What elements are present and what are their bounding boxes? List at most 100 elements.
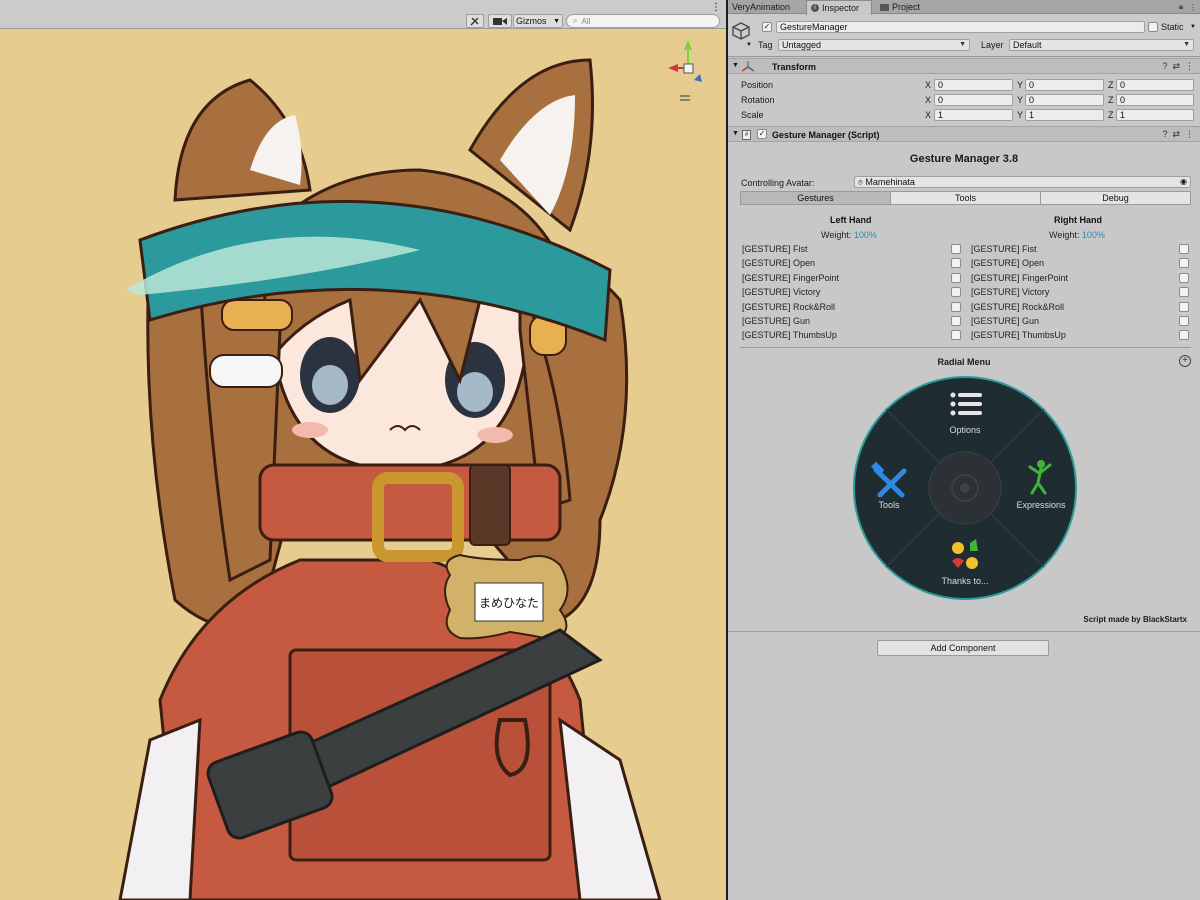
- left-gesture-checkbox[interactable]: [951, 258, 961, 268]
- cube-icon: [732, 22, 750, 40]
- radial-tools-label: Tools: [878, 500, 900, 510]
- rotation-z-field[interactable]: 0: [1116, 94, 1194, 106]
- help-icon[interactable]: ?: [1162, 129, 1167, 140]
- more-icon[interactable]: ⋮: [1185, 61, 1194, 72]
- rotation-y-field[interactable]: 0: [1025, 94, 1104, 106]
- scene-view[interactable]: まめひなた Gizmos ▼ ⌕ All ⋮: [0, 0, 726, 900]
- left-gesture-label: [GESTURE] ThumbsUp: [742, 330, 837, 340]
- left-weight-value[interactable]: 100%: [854, 230, 877, 240]
- right-gesture-checkbox[interactable]: [1179, 316, 1189, 326]
- tag-dropdown[interactable]: Untagged ▼: [778, 39, 970, 51]
- right-gesture-checkbox[interactable]: [1179, 287, 1189, 297]
- axis-y-label: Y: [1017, 80, 1024, 90]
- credit-text: Script made by BlackStartx: [1083, 615, 1187, 624]
- tab-inspector[interactable]: i Inspector: [806, 0, 872, 15]
- axis-z-label: Z: [1108, 110, 1114, 120]
- foldout-icon: ▼: [732, 130, 739, 137]
- help-icon[interactable]: ?: [1162, 61, 1167, 72]
- left-gesture-label: [GESTURE] Rock&Roll: [742, 302, 836, 312]
- divider: [740, 347, 1191, 348]
- camera-icon[interactable]: [488, 14, 512, 28]
- options-icon[interactable]: [950, 392, 983, 416]
- gizmos-button[interactable]: Gizmos ▼: [513, 14, 563, 28]
- left-hand-title: Left Hand: [830, 215, 872, 225]
- tab-label: Inspector: [822, 3, 860, 13]
- scale-x-field[interactable]: 1: [934, 109, 1013, 121]
- left-gesture-checkbox[interactable]: [951, 244, 961, 254]
- right-gesture-label: [GESTURE] Open: [971, 258, 1045, 268]
- right-gesture-checkbox[interactable]: [1179, 258, 1189, 268]
- transform-icon: [742, 61, 754, 72]
- left-gesture-label: [GESTURE] Gun: [742, 316, 811, 326]
- controlling-avatar-field[interactable]: ⌾ Mamehinata ◉: [854, 176, 1191, 188]
- position-y-field[interactable]: 0: [1025, 79, 1104, 91]
- gesture-manager-header[interactable]: ▼ # ✓ Gesture Manager (Script) ? ⇄ ⋮: [728, 126, 1200, 142]
- right-gesture-label: [GESTURE] Gun: [971, 316, 1040, 326]
- add-circle-icon[interactable]: +: [1179, 355, 1191, 367]
- left-gesture-checkbox[interactable]: [951, 302, 961, 312]
- left-weight: Weight: 100%: [821, 230, 877, 240]
- left-gesture-label: [GESTURE] Open: [742, 258, 816, 268]
- gameobject-name-field[interactable]: GestureManager: [776, 21, 1145, 33]
- scene-toolbar: Gizmos ▼ ⌕ All ⋮: [0, 0, 726, 29]
- left-gesture-checkbox[interactable]: [951, 316, 961, 326]
- more-icon[interactable]: ⋮: [1185, 129, 1194, 140]
- controlling-avatar-value: Mamehinata: [865, 177, 915, 187]
- layer-label: Layer: [981, 40, 1004, 50]
- tab-project[interactable]: Project: [876, 0, 936, 14]
- left-weight-label: Weight:: [821, 230, 852, 240]
- radial-expressions-label: Expressions: [1016, 500, 1066, 510]
- right-gesture-label: [GESTURE] Fist: [971, 244, 1037, 254]
- add-component-button[interactable]: Add Component: [877, 640, 1049, 656]
- right-hand-title: Right Hand: [1054, 215, 1102, 225]
- scene-search-field[interactable]: ⌕ All: [566, 14, 720, 28]
- position-x-field[interactable]: 0: [934, 79, 1013, 91]
- right-gesture-checkbox[interactable]: [1179, 302, 1189, 312]
- radial-options-label: Options: [949, 425, 981, 435]
- axis-x-label: X: [925, 110, 932, 120]
- divider: [728, 631, 1200, 632]
- static-checkbox[interactable]: [1148, 22, 1158, 32]
- gameobject-active-checkbox[interactable]: ✓: [762, 22, 772, 32]
- layer-value: Default: [1013, 40, 1042, 50]
- lock-icon[interactable]: 🔒︎: [1176, 1, 1186, 13]
- position-z-field[interactable]: 0: [1116, 79, 1194, 91]
- tab-debug[interactable]: Debug: [1040, 191, 1191, 205]
- tab-tools[interactable]: Tools: [890, 191, 1041, 205]
- more-icon[interactable]: ⋮: [1188, 1, 1198, 13]
- foldout-icon: ▼: [732, 62, 739, 69]
- chevron-down-icon[interactable]: ▼: [1190, 24, 1196, 30]
- scale-z-field[interactable]: 1: [1116, 109, 1194, 121]
- transform-header[interactable]: ▼ Transform ? ⇄ ⋮: [728, 58, 1200, 74]
- right-gesture-checkbox[interactable]: [1179, 273, 1189, 283]
- tab-label: VeryAnimation: [732, 2, 791, 12]
- axis-x-label: X: [925, 95, 932, 105]
- controlling-avatar-label: Controlling Avatar:: [741, 178, 815, 188]
- orientation-gizmo[interactable]: [660, 36, 716, 106]
- left-gesture-checkbox[interactable]: [951, 330, 961, 340]
- right-weight-value[interactable]: 100%: [1082, 230, 1105, 240]
- chevron-down-icon[interactable]: ▼: [746, 42, 752, 48]
- object-picker-icon[interactable]: ◉: [1180, 177, 1187, 187]
- more-icon[interactable]: ⋮: [710, 0, 722, 14]
- right-gesture-checkbox[interactable]: [1179, 244, 1189, 254]
- scale-y-field[interactable]: 1: [1025, 109, 1104, 121]
- tab-gestures[interactable]: Gestures: [740, 191, 891, 205]
- component-enabled-checkbox[interactable]: ✓: [757, 129, 767, 139]
- right-weight: Weight: 100%: [1049, 230, 1105, 240]
- preset-icon[interactable]: ⇄: [1172, 61, 1180, 72]
- rotation-x-field[interactable]: 0: [934, 94, 1013, 106]
- chevron-down-icon: ▼: [553, 17, 560, 25]
- right-gesture-checkbox[interactable]: [1179, 330, 1189, 340]
- chevron-down-icon: ▼: [1183, 41, 1190, 48]
- tools-icon[interactable]: [466, 14, 484, 28]
- left-gesture-checkbox[interactable]: [951, 287, 961, 297]
- layer-dropdown[interactable]: Default ▼: [1009, 39, 1194, 51]
- right-weight-label: Weight:: [1049, 230, 1080, 240]
- left-gesture-label: [GESTURE] Victory: [742, 287, 821, 297]
- left-gesture-checkbox[interactable]: [951, 273, 961, 283]
- radial-menu[interactable]: Options Tools Expressions Thanks to...: [852, 375, 1078, 601]
- tab-veryanimation[interactable]: VeryAnimation: [728, 0, 804, 14]
- right-gesture-label: [GESTURE] FingerPoint: [971, 273, 1069, 283]
- preset-icon[interactable]: ⇄: [1172, 129, 1180, 140]
